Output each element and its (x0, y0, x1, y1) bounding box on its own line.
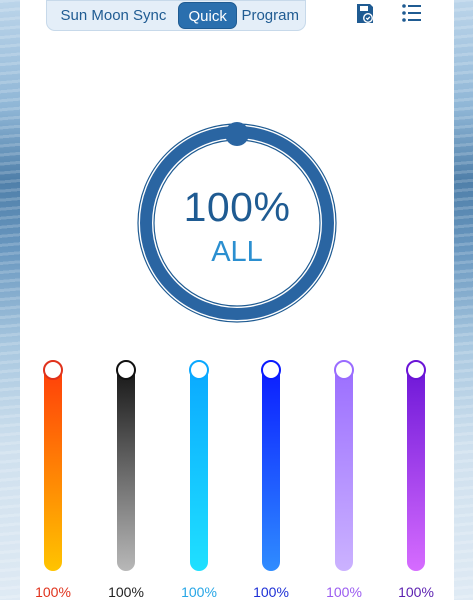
channel-violet-knob[interactable] (334, 360, 354, 380)
list-menu-icon (402, 4, 421, 22)
dial-knob[interactable] (225, 122, 249, 146)
channel-blue-slider[interactable] (261, 360, 281, 571)
mode-segmented-control: Sun Moon Sync Quick Program (46, 0, 306, 31)
channel-red-slider[interactable] (43, 360, 63, 571)
menu-button[interactable] (401, 3, 423, 23)
save-icon (357, 4, 373, 23)
save-button[interactable] (354, 2, 376, 26)
master-brightness-dial[interactable]: 100% ALL (136, 122, 338, 324)
dial-value: 100% (183, 184, 291, 230)
channel-purple-slider[interactable] (406, 360, 426, 571)
channel-violet-slider[interactable] (334, 360, 354, 571)
channel-purple-knob[interactable] (406, 360, 426, 380)
channel-red-knob[interactable] (43, 360, 63, 380)
channel-white-percent: 100% (108, 584, 144, 600)
dial-label: ALL (211, 236, 263, 268)
channel-cyan-knob[interactable] (189, 360, 209, 380)
channel-red-percent: 100% (35, 584, 71, 600)
tab-sun-moon-sync[interactable]: Sun Moon Sync (49, 2, 178, 29)
channel-purple-percent: 100% (398, 584, 434, 600)
channel-blue-knob[interactable] (261, 360, 281, 380)
tab-quick[interactable]: Quick (177, 2, 238, 29)
tab-program[interactable]: Program (237, 2, 303, 29)
channel-violet-percent: 100% (326, 584, 362, 600)
channel-cyan-slider[interactable] (189, 360, 209, 571)
channel-cyan-percent: 100% (181, 584, 217, 600)
channel-white-knob[interactable] (116, 360, 136, 380)
channel-white-slider[interactable] (116, 360, 136, 571)
channel-sliders: 100% 100% 100% 100% 100% 100% (0, 355, 473, 600)
channel-blue-percent: 100% (253, 584, 289, 600)
